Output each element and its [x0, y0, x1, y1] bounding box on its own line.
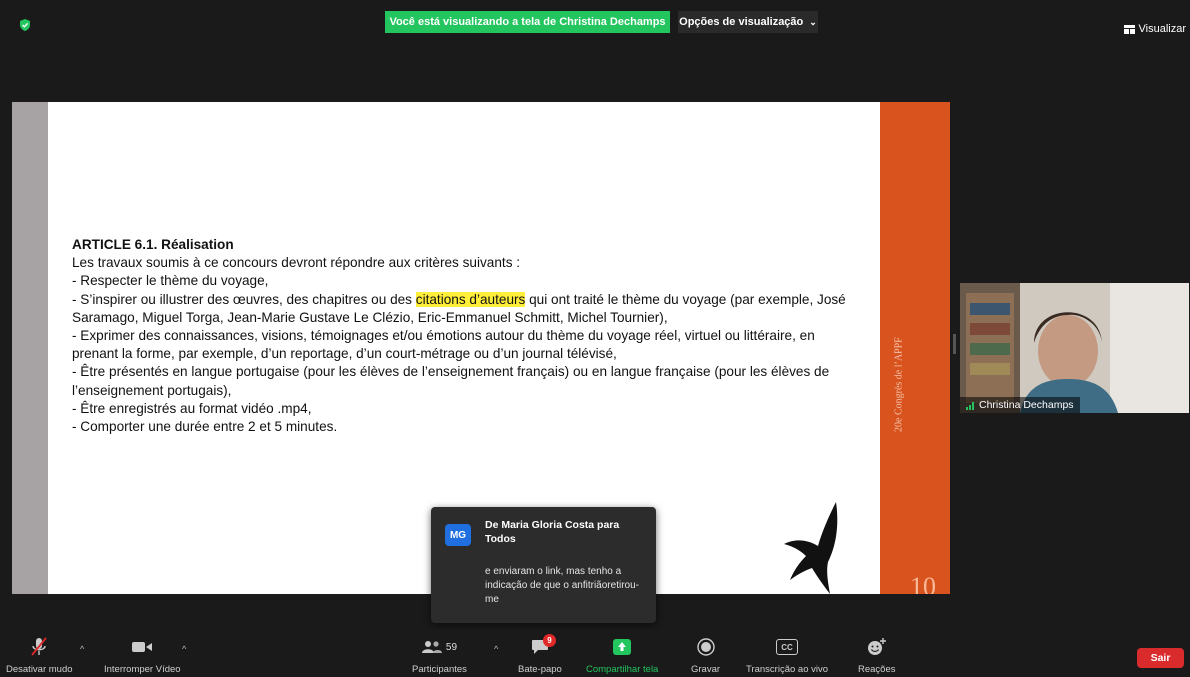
video-camera-icon [132, 642, 153, 652]
share-screen-label: Compartilhar tela [586, 664, 659, 675]
view-layout-button[interactable]: Visualizar [1123, 23, 1187, 35]
chat-message-preview: e enviaram o link, mas tenho a indicação… [485, 566, 639, 605]
participants-options-caret-icon[interactable]: ^ [494, 644, 498, 654]
chat-label: Bate-papo [518, 664, 562, 675]
record-icon [696, 638, 715, 656]
chat-unread-badge: 9 [542, 634, 556, 647]
reactions-label: Reações [858, 664, 896, 675]
swallow-bird-icon [784, 502, 838, 594]
live-transcript-button[interactable]: CC Transcrição ao vivo [746, 636, 828, 675]
participants-button[interactable]: 59 Participantes [412, 636, 467, 675]
chevron-down-icon: ⌄ [809, 16, 817, 27]
mute-button[interactable]: Desativar mudo [6, 636, 73, 675]
participant-video-tile[interactable]: Christina Dechamps [960, 283, 1189, 413]
highlighted-text: citations d’auteurs [415, 291, 526, 307]
slide-left-band [12, 102, 48, 594]
screen-share-banner: Você está visualizando a tela de Christi… [385, 11, 670, 33]
article-item: - Respecter le thème du voyage, [72, 273, 269, 289]
article-item-text: - S’inspirer ou illustrer des œuvres, de… [72, 291, 416, 307]
view-options-label: Opções de visualização [679, 16, 804, 28]
article-intro: Les travaux soumis à ce concours devront… [72, 255, 521, 271]
shield-icon[interactable] [18, 18, 32, 32]
slide-right-band: 20e Congrès de l’APPF 10 [880, 102, 950, 594]
view-options-button[interactable]: Opções de visualização ⌄ [678, 11, 818, 33]
article-item: - Exprimer des connaissances, visions, t… [72, 328, 815, 362]
signal-bars-icon [966, 401, 974, 410]
meeting-top-bar: Você está visualizando a tela de Christi… [0, 0, 1190, 36]
mute-label: Desativar mudo [6, 664, 73, 675]
article-item: - Être enregistrés au format vidéo .mp4, [72, 400, 312, 416]
record-button[interactable]: Gravar [691, 636, 720, 675]
panel-resize-handle[interactable] [953, 334, 956, 354]
article-item: - S’inspirer ou illustrer des œuvres, de… [72, 291, 862, 327]
participants-icon [421, 641, 442, 653]
share-screen-button[interactable]: Compartilhar tela [586, 636, 658, 675]
microphone-muted-icon [31, 637, 47, 656]
avatar: MG [445, 524, 471, 546]
record-label: Gravar [691, 664, 721, 675]
live-transcript-label: Transcrição ao vivo [746, 664, 829, 675]
slide-side-text: 20e Congrès de l’APPF [894, 337, 905, 432]
stop-video-button[interactable]: Interromper Vídeo [104, 636, 181, 675]
chat-button[interactable]: 9 Bate-papo [518, 634, 562, 675]
participants-label: Participantes [412, 664, 467, 675]
participant-name: Christina Dechamps [979, 399, 1074, 411]
participants-count: 59 [445, 641, 458, 653]
stop-video-label: Interromper Vídeo [104, 664, 181, 675]
participant-name-tag: Christina Dechamps [960, 397, 1080, 413]
article-heading: ARTICLE 6.1. Réalisation [72, 237, 234, 252]
article-item: - Comporter une durée entre 2 et 5 minut… [72, 419, 338, 435]
leave-meeting-button[interactable]: Sair [1137, 648, 1184, 668]
reactions-button[interactable]: Reações [858, 636, 896, 675]
chat-sender: De Maria Gloria Costa para Todos [485, 519, 620, 545]
slide-page-number: 10 [910, 572, 936, 594]
leave-meeting-label: Sair [1150, 652, 1171, 664]
chat-notification-toast[interactable]: MG De Maria Gloria Costa para Todos e en… [431, 507, 656, 623]
smiley-plus-icon [867, 638, 886, 655]
meeting-toolbar: Desativar mudo ^ Interromper Vídeo ^ 59 … [0, 630, 1190, 677]
share-screen-icon [613, 639, 632, 655]
mute-options-caret-icon[interactable]: ^ [80, 644, 84, 654]
closed-caption-icon: CC [776, 639, 798, 655]
participant-video-frame [960, 283, 1189, 413]
screen-share-banner-text: Você está visualizando a tela de Christi… [389, 16, 666, 28]
view-layout-label: Visualizar [1138, 23, 1187, 35]
video-options-caret-icon[interactable]: ^ [182, 644, 186, 654]
grid-view-icon [1123, 24, 1135, 34]
article-item: - Être présentés en langue portugaise (p… [72, 364, 830, 398]
article-text: ARTICLE 6.1. Réalisation Les travaux sou… [72, 236, 862, 436]
